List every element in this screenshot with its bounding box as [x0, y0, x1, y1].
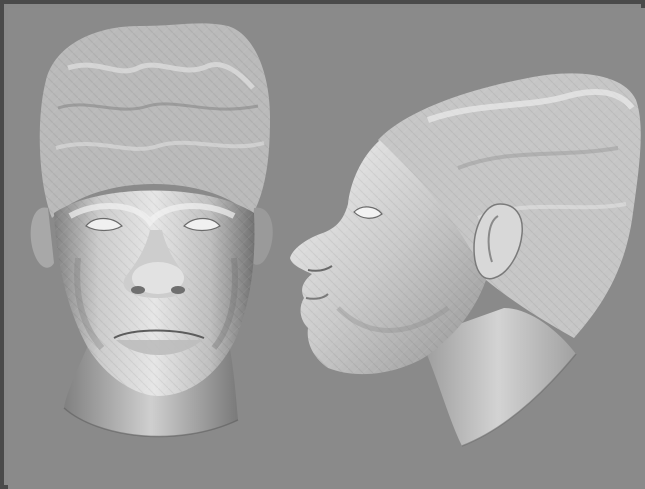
front-view-head-model[interactable] — [30, 23, 273, 438]
render-canvas — [30, 23, 641, 447]
3d-viewport[interactable] — [8, 8, 645, 489]
side-view-head-model[interactable] — [290, 73, 641, 447]
viewport-frame — [0, 0, 645, 489]
front-left-ear — [30, 207, 54, 268]
